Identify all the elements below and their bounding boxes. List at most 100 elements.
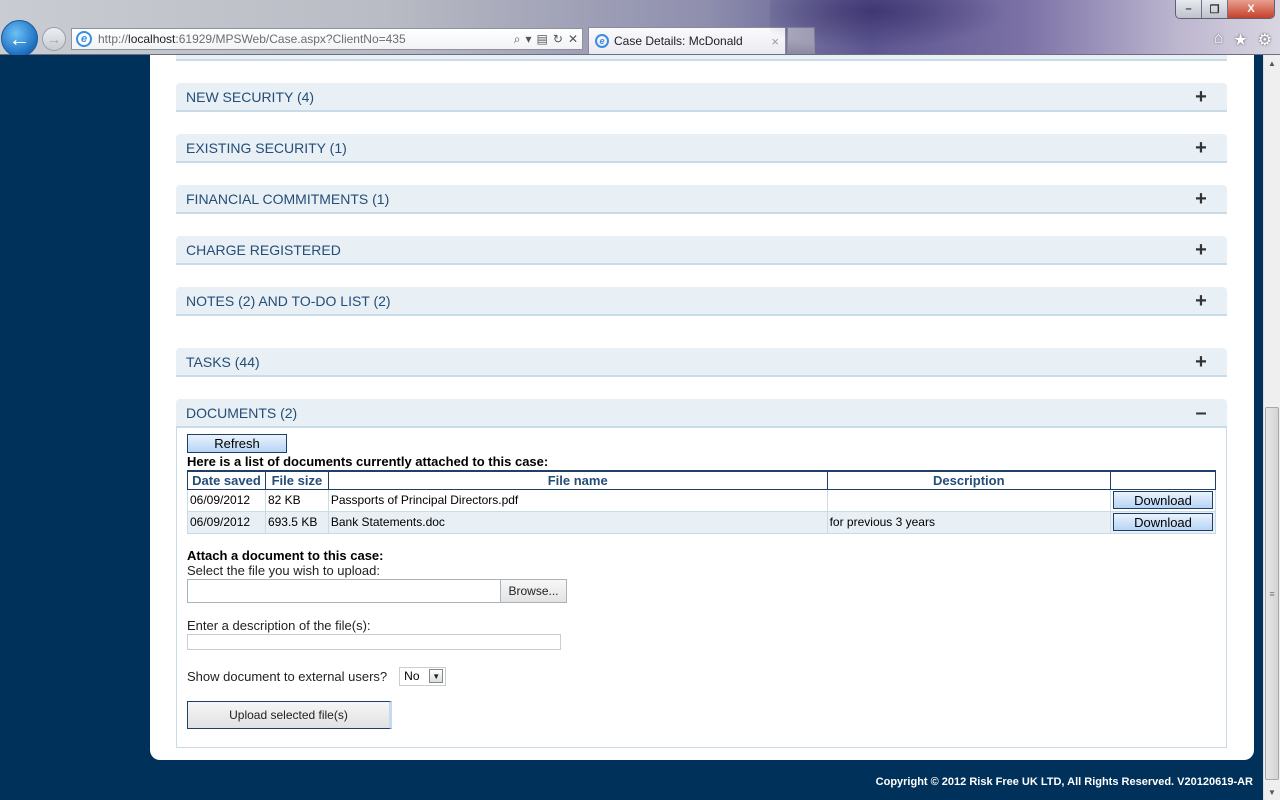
compatibility-view-icon[interactable]: ▤ xyxy=(537,32,548,46)
section-title: CHARGE REGISTERED xyxy=(186,241,341,258)
plus-icon[interactable]: + xyxy=(1193,138,1209,158)
external-users-select[interactable]: No ▼ xyxy=(399,666,447,686)
footer-copyright: Copyright © 2012 Risk Free UK LTD, All R… xyxy=(875,776,1253,788)
section-title: NOTES (2) AND TO-DO LIST (2) xyxy=(186,292,391,309)
tab-case-details[interactable]: e Case Details: McDonald × xyxy=(588,27,786,54)
cell-size: 693.5 KB xyxy=(264,511,329,534)
table-row: 06/09/2012 693.5 KB Bank Statements.doc … xyxy=(187,511,1216,534)
cell-description: for previous 3 years xyxy=(826,511,1112,534)
section-notes-todo: NOTES (2) AND TO-DO LIST (2) + xyxy=(176,287,1227,316)
column-header-description: Description xyxy=(826,470,1112,490)
ie-logo-icon: e xyxy=(595,34,609,48)
table-header-row: Date saved File size File name Descripti… xyxy=(187,470,1216,490)
section-header[interactable]: FINANCIAL COMMITMENTS (1) + xyxy=(176,185,1227,214)
plus-icon[interactable]: + xyxy=(1193,240,1209,260)
back-button[interactable]: ← xyxy=(1,20,38,57)
home-icon[interactable]: ⌂ xyxy=(1214,30,1224,50)
download-button[interactable]: Download xyxy=(1113,513,1213,531)
cell-file-name: Bank Statements.doc xyxy=(327,511,828,534)
chevron-down-icon[interactable]: ▾ xyxy=(526,32,532,46)
cell-description xyxy=(826,489,1112,512)
plus-icon[interactable]: + xyxy=(1193,291,1209,311)
section-header[interactable]: CHARGE REGISTERED + xyxy=(176,236,1227,265)
scroll-up-icon[interactable]: ▲ xyxy=(1264,55,1280,71)
external-users-row: Show document to external users? No ▼ xyxy=(187,666,1216,686)
section-tasks: TASKS (44) + xyxy=(176,348,1227,377)
plus-icon[interactable]: + xyxy=(1193,352,1209,372)
attach-title: Attach a document to this case: xyxy=(187,547,384,563)
section-charge-registered: CHARGE REGISTERED + xyxy=(176,236,1227,265)
column-header-date: Date saved xyxy=(187,470,266,490)
content-panel: NEW SECURITY (4) + EXISTING SECURITY (1)… xyxy=(150,55,1254,760)
refresh-button[interactable]: Refresh xyxy=(187,434,287,453)
url-host: localhost xyxy=(128,32,176,46)
forward-button[interactable]: → xyxy=(42,27,66,51)
section-title: DOCUMENTS (2) xyxy=(186,404,298,421)
plus-icon[interactable]: + xyxy=(1193,87,1209,107)
close-window-button[interactable]: X xyxy=(1228,0,1274,18)
column-header-size: File size xyxy=(264,470,329,490)
section-header[interactable]: NOTES (2) AND TO-DO LIST (2) + xyxy=(176,287,1227,316)
dropdown-arrow-icon[interactable]: ▼ xyxy=(429,669,444,683)
address-bar[interactable]: e http://localhost:61929/MPSWeb/Case.asp… xyxy=(71,28,583,50)
section-financial-commitments: FINANCIAL COMMITMENTS (1) + xyxy=(176,185,1227,214)
file-path-input[interactable] xyxy=(187,578,500,603)
section-title: EXISTING SECURITY (1) xyxy=(186,139,347,156)
description-input[interactable] xyxy=(187,633,561,650)
cell-date: 06/09/2012 xyxy=(187,489,266,512)
vertical-scrollbar[interactable]: ▲ ≡ ▼ xyxy=(1263,55,1280,800)
url-path: :61929/MPSWeb/Case.aspx?ClientNo=435 xyxy=(175,32,406,46)
window-controls: – ❐ X xyxy=(1175,0,1275,19)
cell-date: 06/09/2012 xyxy=(187,511,266,534)
section-header[interactable]: TASKS (44) + xyxy=(176,348,1227,377)
section-header[interactable]: NEW SECURITY (4) + xyxy=(176,83,1227,112)
section-title: TASKS (44) xyxy=(186,353,260,370)
cell-action: Download xyxy=(1110,489,1216,512)
previous-section-bottom xyxy=(176,55,1227,61)
browser-toolbar-icons: ⌂ ★ ⚙ xyxy=(1214,30,1272,50)
stop-icon[interactable]: ✕ xyxy=(568,32,578,46)
table-row: 06/09/2012 82 KB Passports of Principal … xyxy=(187,489,1216,512)
column-header-file-name: File name xyxy=(327,470,828,490)
download-button[interactable]: Download xyxy=(1113,491,1213,509)
gear-icon[interactable]: ⚙ xyxy=(1258,30,1272,50)
arrow-right-icon: → xyxy=(47,31,61,47)
plus-icon[interactable]: + xyxy=(1193,189,1209,209)
select-file-label: Select the file you wish to upload: xyxy=(187,562,380,578)
star-icon[interactable]: ★ xyxy=(1233,30,1247,50)
file-upload-control: Browse... xyxy=(187,578,1216,603)
external-users-value: No xyxy=(404,669,420,683)
search-icon[interactable]: ⌕ xyxy=(514,32,521,47)
address-url[interactable]: http://localhost:61929/MPSWeb/Case.aspx?… xyxy=(98,32,514,46)
section-title: NEW SECURITY (4) xyxy=(186,88,315,105)
page-background: NEW SECURITY (4) + EXISTING SECURITY (1)… xyxy=(0,55,1263,800)
external-users-label: Show document to external users? xyxy=(187,668,388,684)
close-tab-icon[interactable]: × xyxy=(771,34,779,49)
minimize-button[interactable]: – xyxy=(1176,0,1202,18)
section-new-security: NEW SECURITY (4) + xyxy=(176,83,1227,112)
documents-table: Date saved File size File name Descripti… xyxy=(187,470,1216,534)
ie-logo-icon: e xyxy=(76,31,92,47)
grip-icon: ≡ xyxy=(1269,588,1275,599)
browse-button[interactable]: Browse... xyxy=(500,578,567,603)
tab-title: Case Details: McDonald xyxy=(614,34,743,48)
section-existing-security: EXISTING SECURITY (1) + xyxy=(176,134,1227,163)
minus-icon[interactable]: – xyxy=(1193,403,1209,423)
documents-body: Refresh Here is a list of documents curr… xyxy=(176,428,1227,748)
url-scheme: http:// xyxy=(98,32,129,46)
section-title: FINANCIAL COMMITMENTS (1) xyxy=(186,190,390,207)
scroll-down-icon[interactable]: ▼ xyxy=(1264,784,1280,800)
refresh-icon[interactable]: ↻ xyxy=(553,32,563,46)
section-header[interactable]: DOCUMENTS (2) – xyxy=(176,399,1227,428)
section-documents: DOCUMENTS (2) – Refresh Here is a list o… xyxy=(176,399,1227,748)
new-tab-button[interactable] xyxy=(787,27,815,54)
scroll-thumb[interactable]: ≡ xyxy=(1265,407,1279,780)
documents-intro: Here is a list of documents currently at… xyxy=(187,454,549,469)
upload-button[interactable]: Upload selected file(s) xyxy=(187,700,392,729)
restore-button[interactable]: ❐ xyxy=(1202,0,1228,18)
section-header[interactable]: EXISTING SECURITY (1) + xyxy=(176,134,1227,163)
arrow-left-icon: ← xyxy=(8,25,31,51)
description-label: Enter a description of the file(s): xyxy=(187,617,371,633)
cell-action: Download xyxy=(1110,511,1216,534)
column-header-action xyxy=(1110,470,1216,490)
